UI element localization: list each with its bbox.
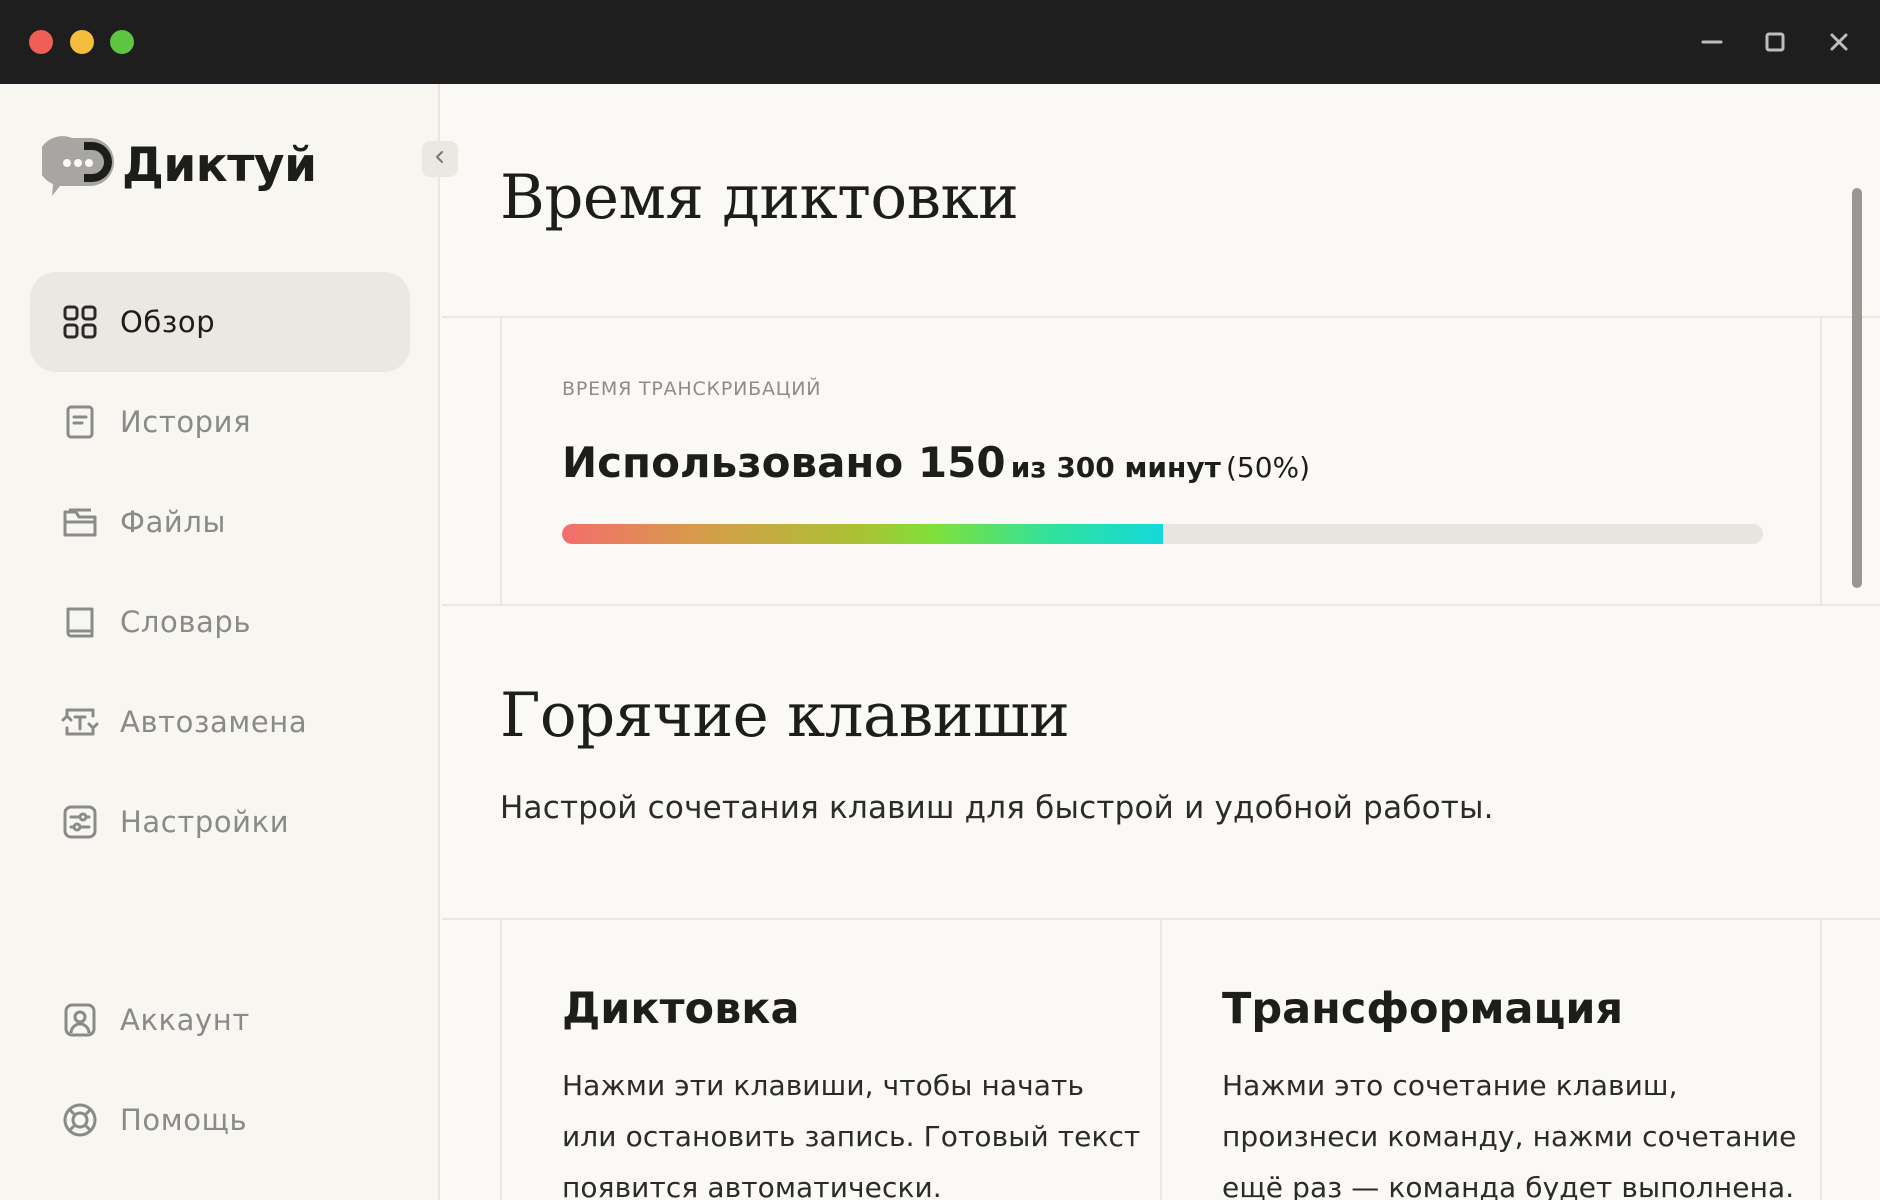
description-line: ещё раз — команда будет выполнена.	[1222, 1171, 1795, 1200]
sidebar: Диктуй Обзор История Файлы Словарь Автозамен…	[0, 84, 440, 1200]
main-content: Время диктовки ВРЕМЯ ТРАНСКРИБАЦИЙ Испол…	[442, 84, 1880, 1200]
description-line: произнеси команду, нажми сочетание	[1222, 1120, 1797, 1153]
hotkey-card-title: Диктовка	[562, 984, 800, 1034]
sidebar-item-account[interactable]: Аккаунт	[30, 970, 410, 1070]
close-icon[interactable]	[1823, 26, 1855, 58]
app-window: Диктуй Обзор История Файлы Словарь Автозамен…	[0, 84, 1880, 1200]
chevron-left-icon	[432, 149, 448, 169]
description-line: Нажми эти клавиши, чтобы начать	[562, 1069, 1085, 1102]
lifebuoy-icon	[60, 1100, 100, 1140]
usage-summary: Использовано 150 из 300 минут (50%)	[562, 438, 1310, 487]
sidebar-item-label: История	[120, 405, 252, 439]
document-icon	[60, 402, 100, 442]
sidebar-item-label: Аккаунт	[120, 1003, 250, 1037]
sidebar-item-label: Обзор	[120, 305, 216, 339]
description-line: Нажми это сочетание клавиш,	[1222, 1069, 1678, 1102]
sidebar-collapse-button[interactable]	[422, 141, 458, 177]
text-replace-icon	[60, 702, 100, 742]
traffic-light-zoom[interactable]	[110, 30, 134, 54]
sidebar-item-files[interactable]: Файлы	[30, 472, 410, 572]
hotkey-card-transform: Трансформация Нажми это сочетание клавиш…	[1162, 920, 1796, 1200]
description-line: появится автоматически.	[562, 1171, 942, 1200]
book-icon	[60, 602, 100, 642]
hotkeys-title: Горячие клавиши	[500, 680, 1070, 751]
hotkeys-subtitle: Настрой сочетания клавиш для быстрой и у…	[500, 790, 1494, 826]
divider	[1820, 918, 1822, 1200]
usage-total: из 300 минут	[1010, 451, 1221, 484]
page-title: Время диктовки	[500, 162, 1019, 233]
window-titlebar	[0, 0, 1880, 84]
divider	[442, 604, 1880, 606]
vertical-scrollbar[interactable]	[1852, 188, 1862, 588]
traffic-light-close[interactable]	[29, 30, 53, 54]
usage-progress-fill	[562, 524, 1163, 544]
traffic-light-minimize[interactable]	[70, 30, 94, 54]
maximize-icon[interactable]	[1759, 26, 1791, 58]
usage-used: Использовано 150	[562, 438, 1006, 487]
chat-bubble-logo-icon	[37, 134, 118, 196]
sliders-icon	[60, 802, 100, 842]
user-icon	[60, 1000, 100, 1040]
sidebar-item-label: Словарь	[120, 605, 252, 639]
sidebar-item-help[interactable]: Помощь	[30, 1070, 410, 1170]
usage-percent: (50%)	[1225, 451, 1311, 484]
usage-eyebrow: ВРЕМЯ ТРАНСКРИБАЦИЙ	[562, 378, 822, 400]
usage-card: ВРЕМЯ ТРАНСКРИБАЦИЙ Использовано 150 из …	[502, 318, 1764, 604]
minimize-icon[interactable]	[1696, 26, 1728, 58]
sidebar-item-label: Автозамена	[120, 705, 308, 739]
hotkey-card-description: Нажми эти клавиши, чтобы начать или оста…	[562, 1060, 1141, 1200]
divider	[1820, 316, 1822, 606]
hotkey-card-description: Нажми это сочетание клавиш, произнеси ко…	[1222, 1060, 1797, 1200]
brand-logo[interactable]: Диктуй	[37, 134, 317, 196]
grid-icon	[60, 302, 100, 342]
sidebar-item-label: Файлы	[120, 505, 227, 539]
hotkey-card-dictation: Диктовка Нажми эти клавиши, чтобы начать…	[502, 920, 1140, 1200]
hotkey-card-title: Трансформация	[1222, 984, 1624, 1034]
sidebar-item-history[interactable]: История	[30, 372, 410, 472]
sidebar-item-overview[interactable]: Обзор	[30, 272, 410, 372]
brand-name: Диктуй	[122, 137, 317, 193]
usage-progress-bar	[562, 524, 1763, 544]
sidebar-item-settings[interactable]: Настройки	[30, 772, 410, 872]
sidebar-item-autoreplace[interactable]: Автозамена	[30, 672, 410, 772]
sidebar-item-label: Настройки	[120, 805, 290, 839]
sidebar-item-label: Помощь	[120, 1103, 248, 1137]
description-line: или остановить запись. Готовый текст	[562, 1120, 1141, 1153]
sidebar-item-dictionary[interactable]: Словарь	[30, 572, 410, 672]
folder-icon	[60, 502, 100, 542]
